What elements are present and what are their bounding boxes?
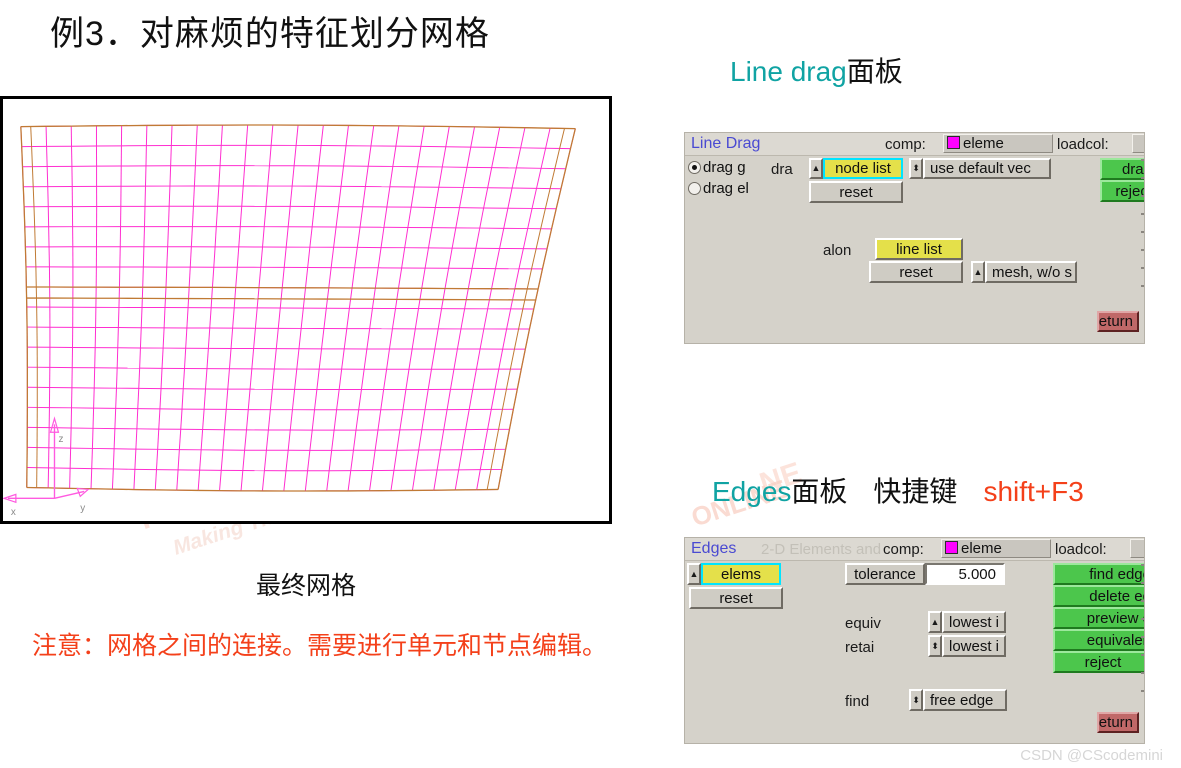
mesh-caption: 最终网格 (255, 572, 356, 600)
edges-panel: Edges 2-D Elements and S comp: eleme loa… (684, 537, 1145, 744)
svg-text:z: z (58, 434, 63, 445)
find-edges-button[interactable]: find edge (1053, 563, 1144, 585)
comp-value: eleme (963, 135, 1004, 152)
mesh-option-dropdown[interactable]: mesh, w/o s (985, 261, 1077, 283)
heading-edges: Edges面板 快捷键 shift+F3 (712, 470, 1084, 510)
heading-edges-shortcut: shift+F3 (983, 476, 1084, 507)
note-text: 注意：网格之间的连接。需要进行单元和节点编辑。 (32, 632, 608, 660)
csdn-watermark: CSDN @CScodemini (1020, 747, 1163, 764)
mesh-graphic: x y z (3, 124, 576, 518)
preview-equivalence-button[interactable]: preview e (1053, 607, 1144, 629)
panel-scroll-ticks (1141, 159, 1144, 337)
radio-drag-geometry-indicator[interactable] (688, 161, 701, 174)
vector-spinner-icon[interactable]: ⬍ (909, 158, 923, 179)
reset-line-list-button[interactable]: reset (869, 261, 963, 283)
heading-edges-cn: 面板 (791, 476, 848, 507)
equiv-dropdown[interactable]: lowest i (942, 611, 1006, 633)
comp-label: comp: (885, 136, 926, 153)
edges-panel-title: Edges (691, 540, 737, 557)
edges-panel-subtitle: 2-D Elements and S (761, 541, 896, 558)
elems-spinner-icon[interactable]: ▲ (687, 563, 701, 585)
radio-drag-geometry-label: drag g (703, 159, 746, 176)
node-list-spinner-icon[interactable]: ▲ (809, 158, 823, 179)
comp-field[interactable]: eleme (943, 134, 1053, 153)
comp-label: comp: (883, 541, 924, 558)
reset-node-list-button[interactable]: reset (809, 181, 903, 203)
drag-button[interactable]: drag (1100, 158, 1144, 180)
equiv-spinner-icon[interactable]: ▲ (928, 611, 942, 633)
retain-label: retai (845, 639, 875, 656)
svg-text:x: x (11, 507, 16, 518)
equivalence-button[interactable]: equivalen (1053, 629, 1144, 651)
page-title: 例3．对麻烦的特征划分网格 (50, 15, 490, 53)
radio-drag-elems[interactable]: drag el (688, 180, 749, 197)
svg-text:y: y (80, 503, 85, 514)
node-list-button[interactable]: node list (823, 158, 903, 179)
line-list-button[interactable]: line list (875, 238, 963, 260)
heading-edges-shortcut-label: 快捷键 (873, 476, 958, 507)
radio-drag-elems-label: drag el (703, 180, 749, 197)
mesh-option-spinner-icon[interactable]: ▲ (971, 261, 985, 283)
line-drag-panel-title: Line Drag (691, 135, 761, 152)
loadcol-label: loadcol: (1057, 136, 1109, 153)
loadcol-field[interactable] (1132, 134, 1144, 153)
comp-field[interactable]: eleme (941, 539, 1051, 558)
retain-dropdown[interactable]: lowest i (942, 635, 1006, 657)
mesh-viewport: x y z (0, 96, 612, 524)
find-label: find (845, 693, 870, 710)
loadcol-field[interactable] (1130, 539, 1144, 558)
retain-spinner-icon[interactable]: ⬍ (928, 635, 942, 657)
edges-return-button[interactable]: return (1097, 712, 1139, 733)
equiv-label: equiv (845, 615, 881, 632)
along-label: alon (823, 242, 852, 259)
delete-edges-button[interactable]: delete ed (1053, 585, 1144, 607)
elems-button[interactable]: elems (701, 563, 781, 585)
tolerance-input[interactable]: 5.000 (925, 563, 1005, 585)
heading-line-drag-cn: 面板 (846, 56, 903, 87)
find-spinner-icon[interactable]: ⬍ (909, 689, 923, 711)
vector-dropdown[interactable]: use default vec (923, 158, 1051, 179)
heading-edges-en: Edges (712, 476, 792, 507)
comp-value: eleme (961, 540, 1002, 557)
reset-elems-button[interactable]: reset (689, 587, 783, 609)
drag-label: dra (771, 161, 793, 178)
tolerance-button[interactable]: tolerance (845, 563, 925, 585)
edges-reject-button[interactable]: reject (1053, 651, 1144, 673)
find-dropdown[interactable]: free edge (923, 689, 1007, 711)
line-drag-panel: Line Drag comp: eleme loadcol: drag g dr… (684, 132, 1145, 344)
heading-line-drag-en: Line drag (730, 56, 847, 87)
radio-drag-elems-indicator[interactable] (688, 182, 701, 195)
component-color-swatch (945, 541, 958, 554)
reject-button[interactable]: reject (1100, 180, 1144, 202)
radio-drag-geometry[interactable]: drag g (688, 159, 746, 176)
return-button[interactable]: return (1097, 311, 1139, 332)
component-color-swatch (947, 136, 960, 149)
loadcol-label: loadcol: (1055, 541, 1107, 558)
heading-line-drag: Line drag面板 (730, 50, 903, 90)
panel-scroll-ticks (1141, 564, 1144, 737)
